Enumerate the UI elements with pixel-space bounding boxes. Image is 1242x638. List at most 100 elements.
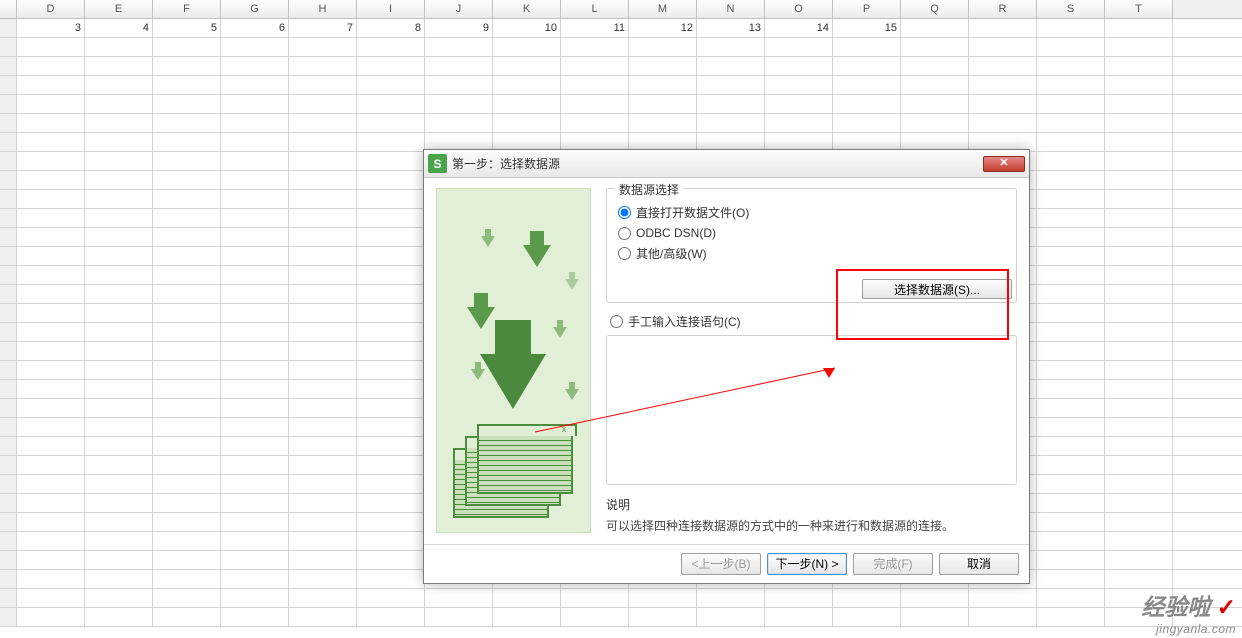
row-header[interactable] (0, 304, 17, 322)
cell[interactable] (153, 76, 221, 94)
cell[interactable] (17, 304, 85, 322)
cell[interactable] (17, 38, 85, 56)
cell[interactable] (153, 190, 221, 208)
row-header[interactable] (0, 456, 17, 474)
cell[interactable] (697, 76, 765, 94)
cell[interactable] (1105, 266, 1173, 284)
cell[interactable] (289, 361, 357, 379)
cell[interactable] (1105, 456, 1173, 474)
cell[interactable] (85, 247, 153, 265)
cell[interactable] (17, 209, 85, 227)
row-header[interactable] (0, 437, 17, 455)
cell[interactable] (1105, 209, 1173, 227)
cell[interactable] (1105, 361, 1173, 379)
cell[interactable] (765, 76, 833, 94)
cell[interactable] (153, 513, 221, 531)
cell[interactable] (85, 133, 153, 151)
cell[interactable] (289, 418, 357, 436)
cell[interactable] (85, 57, 153, 75)
row-header[interactable] (0, 285, 17, 303)
cell[interactable] (289, 95, 357, 113)
cell[interactable] (1037, 361, 1105, 379)
cell[interactable] (289, 513, 357, 531)
cell[interactable] (289, 228, 357, 246)
cell[interactable] (833, 95, 901, 113)
cell[interactable] (221, 532, 289, 550)
cell[interactable] (17, 380, 85, 398)
cell[interactable]: 8 (357, 19, 425, 37)
row-header[interactable] (0, 228, 17, 246)
row-header[interactable] (0, 323, 17, 341)
cell[interactable] (85, 266, 153, 284)
cell[interactable] (221, 608, 289, 626)
cell[interactable] (1105, 38, 1173, 56)
cell[interactable] (969, 95, 1037, 113)
row-header[interactable] (0, 190, 17, 208)
cell[interactable] (221, 399, 289, 417)
cell[interactable] (85, 114, 153, 132)
row-header[interactable] (0, 361, 17, 379)
radio-other[interactable] (618, 247, 631, 260)
cell[interactable] (153, 285, 221, 303)
cell[interactable]: 11 (561, 19, 629, 37)
cell[interactable] (1037, 19, 1105, 37)
cell[interactable] (85, 38, 153, 56)
cell[interactable] (289, 494, 357, 512)
cell[interactable] (833, 38, 901, 56)
cell[interactable] (901, 19, 969, 37)
cell[interactable] (153, 323, 221, 341)
cell[interactable] (1037, 38, 1105, 56)
radio-odbc[interactable] (618, 227, 631, 240)
cell[interactable] (561, 76, 629, 94)
cell[interactable] (153, 342, 221, 360)
cell[interactable] (493, 95, 561, 113)
cell[interactable] (17, 608, 85, 626)
cell[interactable] (697, 57, 765, 75)
cell[interactable] (221, 475, 289, 493)
cell[interactable] (1037, 152, 1105, 170)
cell[interactable] (85, 608, 153, 626)
cell[interactable] (1037, 608, 1105, 626)
cell[interactable] (221, 38, 289, 56)
cell[interactable] (1105, 95, 1173, 113)
cell[interactable] (493, 57, 561, 75)
cell[interactable] (153, 247, 221, 265)
cell[interactable] (221, 95, 289, 113)
col-header[interactable]: H (289, 0, 357, 18)
cell[interactable] (1037, 247, 1105, 265)
cell[interactable] (901, 114, 969, 132)
cell[interactable] (153, 57, 221, 75)
cell[interactable] (357, 247, 425, 265)
cell[interactable] (221, 380, 289, 398)
cell[interactable] (357, 399, 425, 417)
cell[interactable] (425, 608, 493, 626)
cell[interactable] (357, 266, 425, 284)
cell[interactable] (765, 57, 833, 75)
cell[interactable] (697, 95, 765, 113)
row-header[interactable] (0, 114, 17, 132)
cell[interactable]: 12 (629, 19, 697, 37)
cell[interactable] (1037, 266, 1105, 284)
cell[interactable] (629, 57, 697, 75)
cell[interactable] (357, 418, 425, 436)
cell[interactable] (833, 608, 901, 626)
cell[interactable] (1037, 513, 1105, 531)
cell[interactable] (85, 342, 153, 360)
cell[interactable] (629, 608, 697, 626)
cell[interactable] (357, 209, 425, 227)
cell[interactable]: 9 (425, 19, 493, 37)
cell[interactable] (289, 133, 357, 151)
cell[interactable] (153, 361, 221, 379)
cell[interactable] (221, 323, 289, 341)
cell[interactable]: 5 (153, 19, 221, 37)
cell[interactable] (561, 608, 629, 626)
cell[interactable] (153, 494, 221, 512)
cell[interactable] (85, 437, 153, 455)
cell[interactable] (153, 95, 221, 113)
cell[interactable] (153, 551, 221, 569)
cell[interactable] (1037, 95, 1105, 113)
cell[interactable] (17, 551, 85, 569)
cell[interactable] (85, 551, 153, 569)
col-header[interactable]: E (85, 0, 153, 18)
cell[interactable] (357, 57, 425, 75)
